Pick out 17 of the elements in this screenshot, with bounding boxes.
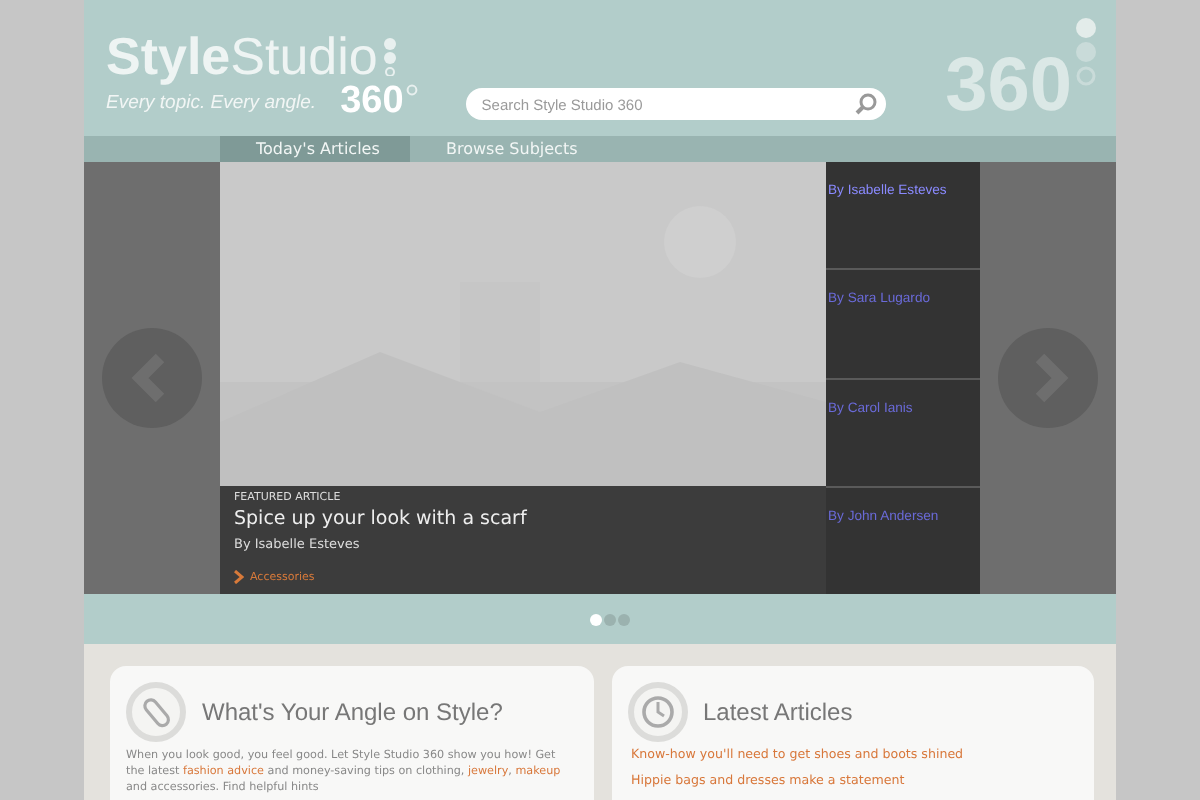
search-icon — [853, 92, 878, 116]
paperclip-icon — [126, 682, 186, 742]
logo-number: 360 — [340, 82, 404, 120]
logo-text: StyleStudio — [106, 30, 378, 82]
article-title: Spice up your look with a scarf — [234, 508, 529, 530]
tagline: Every topic. Every angle. — [106, 92, 317, 114]
pager-dot[interactable] — [590, 613, 602, 625]
dots-icon — [381, 36, 398, 76]
chevron-icon — [234, 570, 244, 584]
nav-tab[interactable]: Today's Articles — [220, 136, 410, 162]
nav-tab[interactable]: Browse Subjects — [410, 136, 606, 162]
card-title: What's Your Angle on Style? — [202, 698, 503, 726]
clock-icon — [627, 682, 687, 742]
card-title: Latest Articles — [703, 698, 853, 726]
degree-icon — [405, 84, 418, 96]
pager-dot[interactable] — [604, 613, 616, 625]
pager-dot[interactable] — [618, 613, 630, 625]
